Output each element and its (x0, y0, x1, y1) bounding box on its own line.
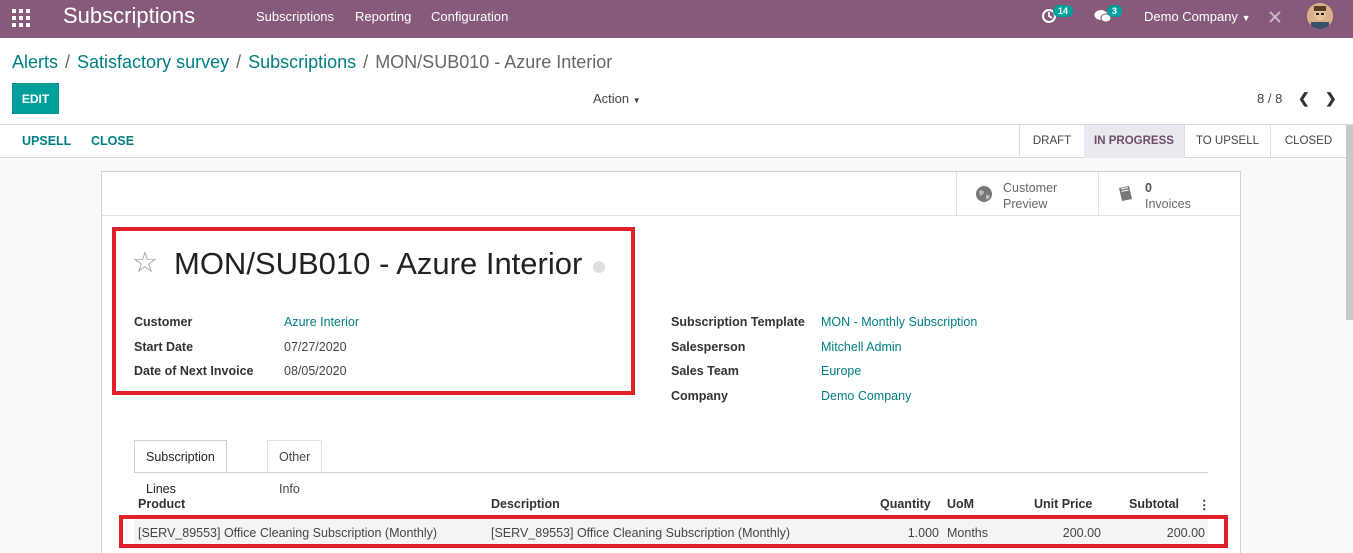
activity-count-badge: 14 (1053, 5, 1074, 17)
subscription-template-label: Subscription Template (671, 315, 805, 329)
breadcrumb-separator: / (236, 52, 242, 72)
book-icon (1116, 185, 1134, 206)
highlight-box-header (112, 227, 635, 395)
breadcrumb-separator: / (65, 52, 71, 72)
breadcrumb-alerts[interactable]: Alerts (12, 52, 58, 72)
sales-team-field[interactable]: Europe (821, 364, 861, 378)
button-box-divider (102, 215, 1240, 216)
user-avatar[interactable] (1307, 3, 1333, 29)
control-panel: Alerts / Satisfactory survey / Subscriptions… (0, 38, 1353, 125)
tab-other-info[interactable]: Other Info (267, 440, 323, 496)
customer-preview-label-line2: Preview (1003, 197, 1048, 211)
customer-preview-button[interactable]: Customer Preview (956, 172, 1098, 215)
salesperson-label: Salesperson (671, 340, 746, 354)
sales-team-label: Sales Team (671, 364, 739, 378)
breadcrumb-satisfactory-survey[interactable]: Satisfactory survey (77, 52, 229, 72)
action-dropdown[interactable]: Action ▼ (593, 91, 641, 106)
col-quantity[interactable]: Quantity (880, 497, 931, 511)
stage-to-upsell[interactable]: TO UPSELL (1185, 125, 1270, 158)
col-unit-price[interactable]: Unit Price (1034, 497, 1092, 511)
globe-icon (975, 185, 993, 206)
invoices-count: 0 (1145, 181, 1152, 195)
message-count-badge: 3 (1107, 5, 1123, 17)
action-label: Action (593, 91, 630, 106)
debug-tools-icon[interactable] (1268, 10, 1282, 27)
caret-down-icon: ▼ (632, 96, 641, 105)
pager-previous-icon[interactable]: ❮ (1298, 90, 1310, 107)
upsell-button[interactable]: UPSELL (22, 134, 71, 148)
company-switcher[interactable]: Demo Company ▼ (1144, 9, 1250, 24)
tab-divider (134, 472, 1208, 473)
col-product[interactable]: Product (138, 497, 185, 511)
salesperson-field[interactable]: Mitchell Admin (821, 340, 902, 354)
stage-draft[interactable]: DRAFT (1020, 125, 1084, 158)
customer-preview-label-line1: Customer (1003, 181, 1058, 195)
pager-value: 8 / 8 (1257, 91, 1283, 106)
edit-button[interactable]: EDIT (12, 83, 59, 114)
pager-next-icon[interactable]: ❯ (1325, 90, 1337, 107)
status-bar: UPSELL CLOSE DRAFT IN PROGRESS TO UPSELL… (0, 125, 1353, 158)
invoices-button[interactable]: 0 Invoices (1098, 172, 1241, 215)
stage-closed[interactable]: CLOSED (1271, 125, 1346, 158)
top-navbar: Subscriptions Subscriptions Reporting Co… (0, 0, 1353, 38)
close-button[interactable]: CLOSE (91, 134, 134, 148)
scrollbar[interactable] (1346, 125, 1353, 320)
breadcrumb-separator: / (363, 52, 369, 72)
stage-in-progress[interactable]: IN PROGRESS (1084, 125, 1184, 158)
apps-menu-icon[interactable] (12, 9, 30, 27)
breadcrumb-current: MON/SUB010 - Azure Interior (375, 52, 613, 72)
menu-subscriptions[interactable]: Subscriptions (256, 9, 334, 24)
optional-columns-kebab-icon[interactable]: ⋮ (1198, 497, 1211, 512)
col-uom[interactable]: UoM (947, 497, 974, 511)
tab-subscription-lines[interactable]: Subscription Lines (134, 440, 227, 496)
col-description[interactable]: Description (491, 497, 560, 511)
breadcrumb-subscriptions[interactable]: Subscriptions (248, 52, 356, 72)
caret-down-icon: ▼ (1241, 13, 1251, 23)
invoices-label: Invoices (1145, 197, 1191, 211)
breadcrumb: Alerts / Satisfactory survey / Subscriptions… (12, 51, 612, 73)
menu-configuration[interactable]: Configuration (431, 9, 508, 24)
col-subtotal[interactable]: Subtotal (1129, 497, 1179, 511)
menu-reporting[interactable]: Reporting (355, 9, 411, 24)
company-label: Company (671, 389, 728, 403)
company-name: Demo Company (1144, 9, 1238, 24)
app-brand[interactable]: Subscriptions (63, 4, 195, 28)
company-field[interactable]: Demo Company (821, 389, 911, 403)
highlight-box-line (119, 515, 1228, 548)
subscription-template-field[interactable]: MON - Monthly Subscription (821, 315, 977, 329)
